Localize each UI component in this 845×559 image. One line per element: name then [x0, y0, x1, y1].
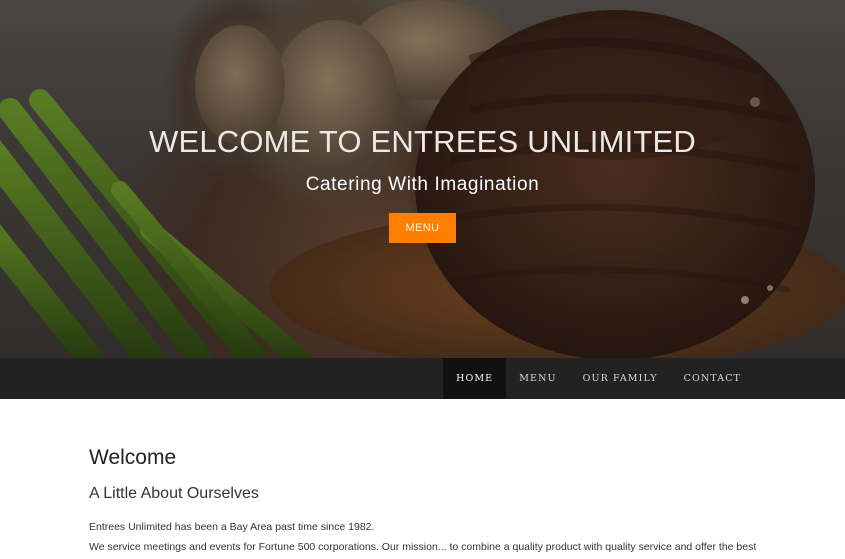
main-navigation: HOME MENU OUR FAMILY CONTACT — [0, 358, 845, 399]
hero-title: WELCOME TO ENTREES UNLIMITED — [148, 124, 697, 159]
nav-item-contact[interactable]: CONTACT — [671, 358, 754, 399]
nav-list: HOME MENU OUR FAMILY CONTACT — [443, 358, 754, 399]
menu-button[interactable]: MENU — [389, 213, 456, 243]
nav-item-home[interactable]: HOME — [443, 358, 507, 399]
nav-item-menu[interactable]: MENU — [506, 358, 569, 399]
intro-paragraph: Entrees Unlimited has been a Bay Area pa… — [89, 521, 375, 533]
nav-item-our-family[interactable]: OUR FAMILY — [570, 358, 671, 399]
page-subheading: A Little About Ourselves — [89, 485, 259, 502]
hero-subtitle: Catering With Imagination — [305, 174, 540, 195]
hero-banner: WELCOME TO ENTREES UNLIMITED Catering Wi… — [0, 0, 845, 358]
mission-paragraph: We service meetings and events for Fortu… — [89, 541, 757, 553]
page-heading: Welcome — [89, 446, 177, 469]
